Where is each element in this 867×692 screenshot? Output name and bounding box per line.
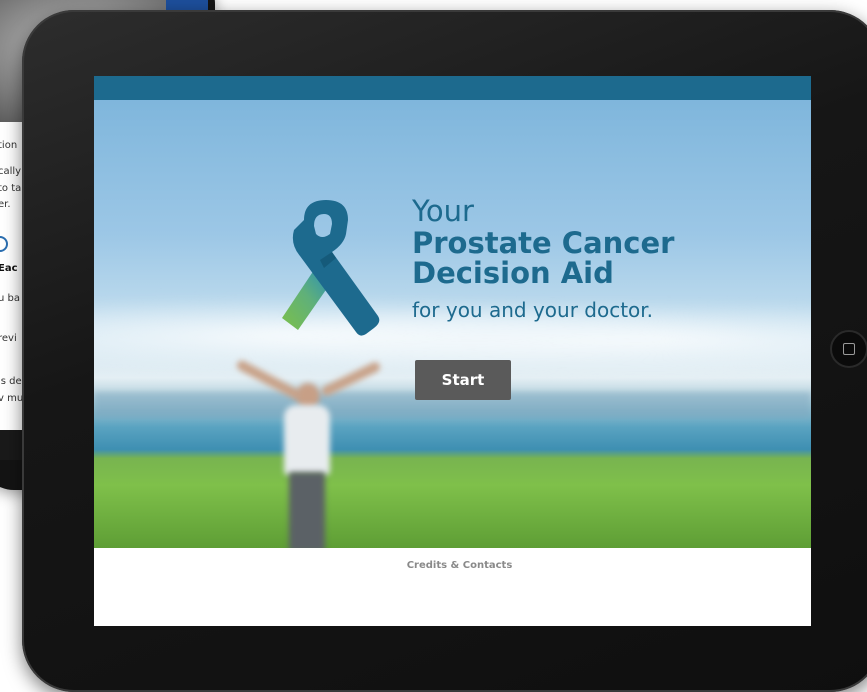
app-screen: Your Prostate Cancer Decision Aid for yo… bbox=[94, 76, 811, 626]
background-text-line: revi bbox=[0, 333, 17, 344]
credits-contacts-link[interactable]: Credits & Contacts bbox=[94, 560, 811, 571]
top-bar bbox=[94, 76, 811, 100]
person-torso bbox=[284, 405, 330, 475]
background-text-line: Eac bbox=[0, 263, 18, 274]
background-text-line: is de bbox=[0, 376, 22, 387]
hero-section: Your Prostate Cancer Decision Aid for yo… bbox=[94, 100, 811, 548]
title-main: Prostate Cancer Decision Aid bbox=[412, 228, 674, 288]
background-text-line: er. bbox=[0, 199, 11, 210]
title-decision-aid: Decision Aid bbox=[412, 256, 614, 290]
start-button[interactable]: Start bbox=[415, 360, 511, 400]
awareness-ribbon-icon bbox=[282, 200, 380, 336]
background-text-line: to ta bbox=[0, 183, 22, 194]
background-text-line: cally bbox=[0, 166, 22, 177]
title-prostate-cancer: Prostate Cancer bbox=[412, 226, 675, 260]
background-text-line: v mu bbox=[0, 393, 24, 404]
background-radio-icon bbox=[0, 236, 8, 252]
background-text-line: tion bbox=[0, 140, 18, 151]
footer: Credits & Contacts bbox=[94, 548, 811, 626]
subtitle: for you and your doctor. bbox=[412, 298, 654, 322]
home-button[interactable] bbox=[830, 330, 867, 368]
background-text-line: u ba bbox=[0, 293, 20, 304]
tablet-device: Your Prostate Cancer Decision Aid for yo… bbox=[22, 10, 867, 692]
title-your: Your bbox=[412, 194, 474, 228]
person-legs bbox=[289, 472, 325, 548]
home-button-icon bbox=[843, 343, 855, 355]
